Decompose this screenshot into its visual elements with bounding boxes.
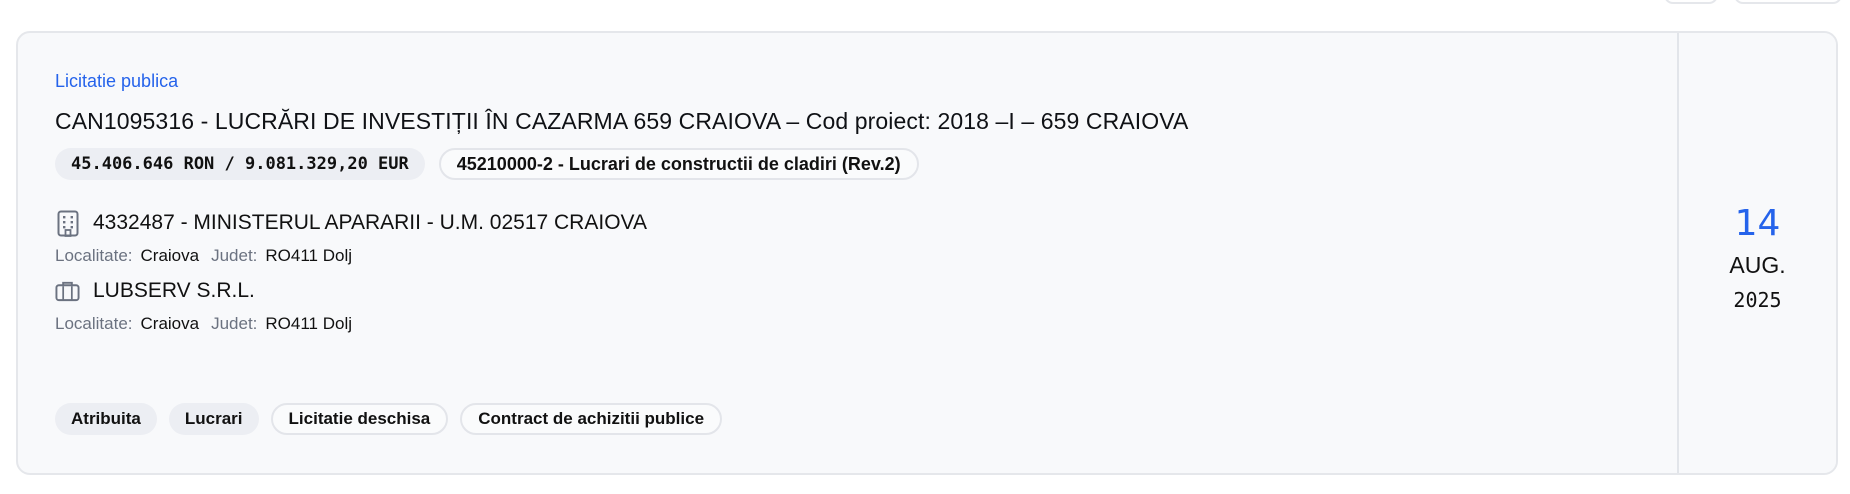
- authority-meta: Localitate: Craiova Judet: RO411 Dolj: [55, 246, 1641, 266]
- supplier-name[interactable]: LUBSERV S.R.L.: [93, 279, 255, 303]
- date-month: AUG.: [1729, 252, 1786, 278]
- supplier-row: LUBSERV S.R.L.: [55, 277, 1641, 305]
- authority-county-key: Judet:: [211, 246, 258, 265]
- supplier-locality-value: Craiova: [140, 314, 200, 333]
- building-icon: [55, 209, 80, 237]
- authority-name[interactable]: 4332487 - MINISTERUL APARARII - U.M. 025…: [93, 211, 647, 235]
- date-year: 2025: [1733, 288, 1782, 312]
- date-day: 14: [1734, 203, 1781, 244]
- value-chips: 45.406.646 RON / 9.081.329,20 EUR 452100…: [55, 148, 1641, 180]
- supplier-locality-key: Localitate:: [55, 314, 133, 333]
- tender-title[interactable]: CAN1095316 - LUCRĂRI DE INVESTIȚII ÎN CA…: [55, 106, 1641, 136]
- top-wide-button[interactable]: [1734, 0, 1842, 4]
- tag-procedure[interactable]: Licitatie deschisa: [270, 403, 449, 435]
- tender-card[interactable]: Licitatie publica CAN1095316 - LUCRĂRI D…: [16, 31, 1838, 475]
- top-small-button[interactable]: [1664, 0, 1718, 4]
- authority-locality-value: Craiova: [140, 246, 200, 265]
- tender-card-main: Licitatie publica CAN1095316 - LUCRĂRI D…: [18, 33, 1677, 473]
- cpv-chip[interactable]: 45210000-2 - Lucrari de constructii de c…: [438, 148, 919, 180]
- tag-contract-type[interactable]: Contract de achizitii publice: [460, 403, 723, 435]
- supplier-meta: Localitate: Craiova Judet: RO411 Dolj: [55, 314, 1641, 334]
- supplier-county-value: RO411 Dolj: [265, 314, 353, 333]
- procedure-type-link[interactable]: Licitatie publica: [55, 69, 1641, 93]
- status-tags: Atribuita Lucrari Licitatie deschisa Con…: [55, 403, 723, 435]
- briefcase-icon: [55, 277, 80, 305]
- value-chip: 45.406.646 RON / 9.081.329,20 EUR: [55, 148, 425, 180]
- authority-county-value: RO411 Dolj: [265, 246, 353, 265]
- date-panel: 14 AUG. 2025: [1677, 33, 1836, 473]
- supplier-county-key: Judet:: [211, 314, 258, 333]
- authority-locality-key: Localitate:: [55, 246, 133, 265]
- authority-row: 4332487 - MINISTERUL APARARII - U.M. 025…: [55, 209, 1641, 237]
- tag-status[interactable]: Atribuita: [55, 403, 157, 435]
- tag-category[interactable]: Lucrari: [168, 403, 259, 435]
